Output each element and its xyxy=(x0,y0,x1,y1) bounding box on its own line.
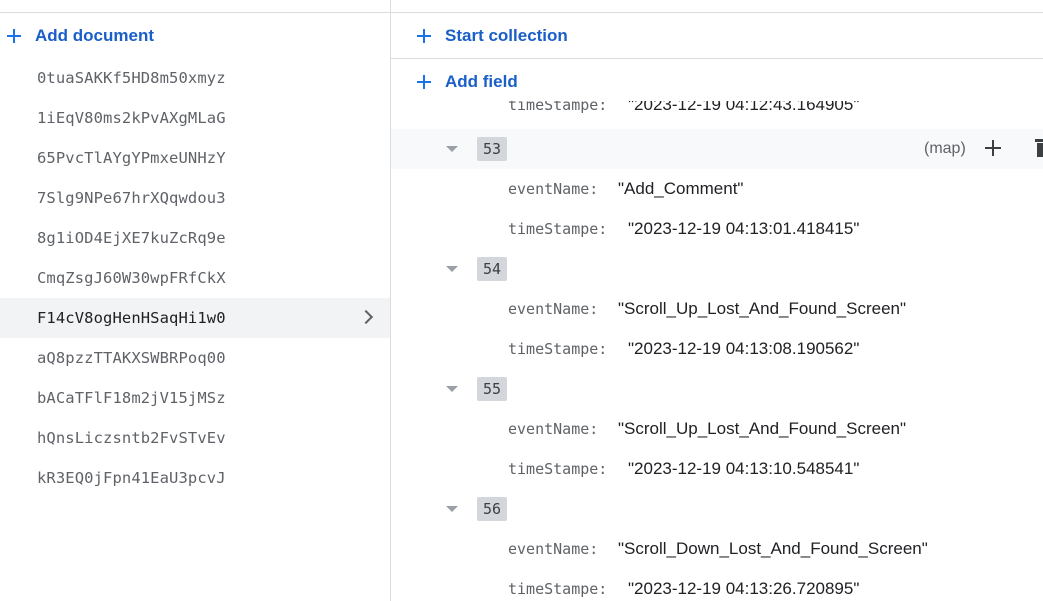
field-key: timeStampe: xyxy=(508,580,608,598)
field-row[interactable]: eventName: "Scroll_Up_Lost_And_Found_Scr… xyxy=(391,409,1043,449)
map-row-53[interactable]: 53 (map) xyxy=(391,129,1043,169)
field-tree: timeStampe: "2023-12-19 04:12:43.164905"… xyxy=(391,101,1043,601)
map-row-56[interactable]: 56 xyxy=(391,489,1043,529)
field-row[interactable]: timeStampe: "2023-12-19 04:13:01.418415" xyxy=(391,209,1043,249)
field-row[interactable]: timeStampe: "2023-12-19 04:13:26.720895" xyxy=(391,569,1043,601)
field-key: eventName: xyxy=(508,420,599,438)
field-row[interactable]: eventName: "Add_Comment" xyxy=(391,169,1043,209)
field-value: "Add_Comment" xyxy=(618,179,744,198)
document-item[interactable]: 0tuaSAKKf5HD8m50xmyz xyxy=(0,58,390,98)
document-list: 0tuaSAKKf5HD8m50xmyz 1iEqV80ms2kPvAXgMLa… xyxy=(0,58,390,498)
document-id: 65PvcTlAYgYPmxeUNHzY xyxy=(37,149,226,167)
plus-icon xyxy=(7,29,21,43)
field-value: "Scroll_Down_Lost_And_Found_Screen" xyxy=(618,539,928,558)
field-row[interactable]: timeStampe: "2023-12-19 04:13:10.548541" xyxy=(391,449,1043,489)
field-type: (map) xyxy=(924,140,966,157)
field-key: timeStampe: xyxy=(508,220,608,238)
field-key: timeStampe: xyxy=(508,340,608,358)
array-index: 54 xyxy=(477,257,507,281)
document-item[interactable]: 7Slg9NPe67hrXQqwdou3 xyxy=(0,178,390,218)
document-item[interactable]: CmqZsgJ60W30wpFRfCkX xyxy=(0,258,390,298)
field-row[interactable]: eventName: "Scroll_Up_Lost_And_Found_Scr… xyxy=(391,289,1043,329)
chevron-right-icon xyxy=(358,309,374,325)
field-row[interactable]: timeStampe: "2023-12-19 04:13:08.190562" xyxy=(391,329,1043,369)
map-row-55[interactable]: 55 xyxy=(391,369,1043,409)
field-row[interactable]: timeStampe: "2023-12-19 04:12:43.164905" xyxy=(391,101,1043,125)
field-value: "2023-12-19 04:13:26.720895" xyxy=(628,579,860,598)
field-key: eventName: xyxy=(508,300,599,318)
field-key: timeStampe: xyxy=(508,460,608,478)
field-value: "2023-12-19 04:13:10.548541" xyxy=(628,459,860,478)
field-value: "Scroll_Up_Lost_And_Found_Screen" xyxy=(618,299,907,318)
caret-down-icon[interactable] xyxy=(446,266,458,272)
field-key: eventName: xyxy=(508,540,599,558)
document-item[interactable]: bACaTFlF18m2jV15jMSz xyxy=(0,378,390,418)
array-index: 56 xyxy=(477,497,507,521)
documents-panel: Add document 0tuaSAKKf5HD8m50xmyz 1iEqV8… xyxy=(0,13,391,601)
field-key: timeStampe: xyxy=(508,101,608,114)
document-item[interactable]: kR3EQ0jFpn41EaU3pcvJ xyxy=(0,458,390,498)
document-id: 0tuaSAKKf5HD8m50xmyz xyxy=(37,69,226,87)
plus-icon xyxy=(417,75,431,89)
field-row[interactable]: eventName: "Scroll_Down_Lost_And_Found_S… xyxy=(391,529,1043,569)
caret-down-icon[interactable] xyxy=(446,146,458,152)
map-row-54[interactable]: 54 xyxy=(391,249,1043,289)
document-id: 8g1iOD4EjXE7kuZcRq9e xyxy=(37,229,226,247)
field-value: "Scroll_Up_Lost_And_Found_Screen" xyxy=(618,419,907,438)
top-border xyxy=(0,0,1043,13)
field-key: eventName: xyxy=(508,180,599,198)
field-value: "2023-12-19 04:13:08.190562" xyxy=(628,339,860,358)
document-id: F14cV8ogHenHSaqHi1w0 xyxy=(37,309,226,327)
plus-icon xyxy=(417,28,431,43)
document-id: kR3EQ0jFpn41EaU3pcvJ xyxy=(37,469,226,487)
document-item[interactable]: hQnsLiczsntb2FvSTvEv xyxy=(0,418,390,458)
document-item-selected[interactable]: F14cV8ogHenHSaqHi1w0 xyxy=(0,298,390,338)
document-id: aQ8pzzTTAKXSWBRPoq00 xyxy=(37,349,226,367)
document-item[interactable]: 1iEqV80ms2kPvAXgMLaG xyxy=(0,98,390,138)
array-index: 55 xyxy=(477,377,507,401)
document-item[interactable]: 65PvcTlAYgYPmxeUNHzY xyxy=(0,138,390,178)
trash-icon[interactable] xyxy=(1035,139,1043,157)
field-value: "2023-12-19 04:13:01.418415" xyxy=(628,219,860,238)
add-field-icon[interactable] xyxy=(984,139,1002,157)
document-id: hQnsLiczsntb2FvSTvEv xyxy=(37,429,226,447)
array-index: 53 xyxy=(477,137,507,161)
add-field-button[interactable]: Add field xyxy=(391,69,518,95)
start-collection-label: Start collection xyxy=(445,25,568,45)
add-document-label: Add document xyxy=(35,26,154,45)
caret-down-icon[interactable] xyxy=(446,506,458,512)
start-collection-button[interactable]: Start collection xyxy=(391,13,1043,59)
caret-down-icon[interactable] xyxy=(446,386,458,392)
panel-divider xyxy=(390,0,391,12)
field-value: "2023-12-19 04:12:43.164905" xyxy=(628,101,860,114)
document-fields-panel: Start collection Add field timeStampe: "… xyxy=(391,13,1043,601)
document-id: bACaTFlF18m2jV15jMSz xyxy=(37,389,226,407)
document-item[interactable]: aQ8pzzTTAKXSWBRPoq00 xyxy=(0,338,390,378)
document-item[interactable]: 8g1iOD4EjXE7kuZcRq9e xyxy=(0,218,390,258)
add-field-label: Add field xyxy=(445,72,518,91)
document-id: 1iEqV80ms2kPvAXgMLaG xyxy=(37,109,226,127)
document-id: CmqZsgJ60W30wpFRfCkX xyxy=(37,269,226,287)
add-document-button[interactable]: Add document xyxy=(0,23,154,49)
document-id: 7Slg9NPe67hrXQqwdou3 xyxy=(37,189,226,207)
